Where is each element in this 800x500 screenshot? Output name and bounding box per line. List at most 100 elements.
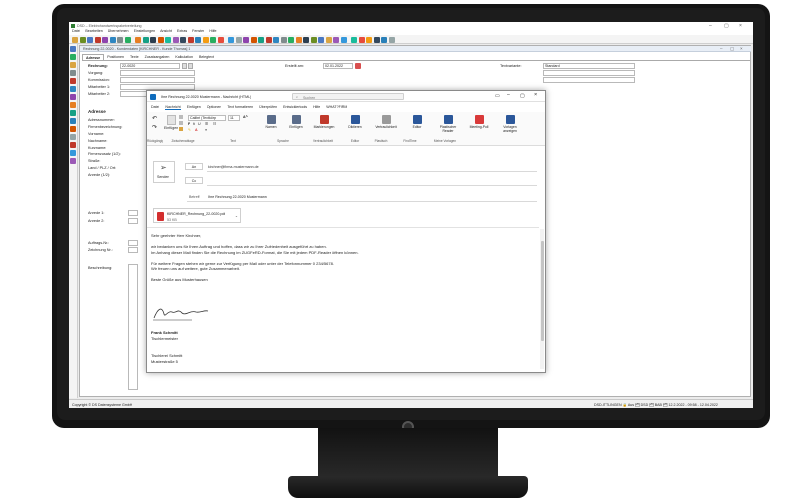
anrede2-field[interactable]: [128, 218, 138, 224]
toolbar-icon[interactable]: [280, 36, 287, 43]
auftrag-field[interactable]: [128, 240, 138, 246]
toolbar-icon[interactable]: [235, 36, 242, 43]
toolbar-icon[interactable]: [228, 36, 234, 43]
ribbon-tab-whatfirm[interactable]: WHAT?FIRM: [326, 105, 347, 109]
numbering-icon[interactable]: ☷: [213, 122, 216, 126]
scrollbar-thumb[interactable]: [540, 241, 544, 341]
toolbar-icon[interactable]: [109, 36, 116, 43]
toolbar-icon[interactable]: [358, 36, 365, 43]
ribbon-button[interactable]: Editor: [403, 115, 431, 137]
toolbar-icon[interactable]: [172, 36, 179, 43]
bold-icon[interactable]: F: [188, 122, 190, 126]
ribbon-button[interactable]: Vertraulichkeit: [372, 115, 400, 137]
toolbar-icon[interactable]: [351, 36, 357, 43]
font-name-select[interactable]: Calibri (Textkörp: [188, 115, 226, 121]
toolbar-icon[interactable]: [243, 36, 249, 43]
toolbar-icon[interactable]: [273, 36, 279, 43]
toolbar-icon[interactable]: [373, 36, 380, 43]
erstellt-field[interactable]: 02.01.2022: [323, 63, 353, 69]
toolbar-icon[interactable]: [87, 36, 93, 43]
toolbar-icon[interactable]: [124, 36, 131, 43]
ribbon-button[interactable]: Meeting-Poll: [465, 115, 493, 137]
ribbon-tab-optionen[interactable]: Optionen: [207, 105, 222, 109]
side-tool-icon[interactable]: [70, 86, 76, 92]
grow-font-icon[interactable]: A^: [243, 115, 248, 119]
toolbar-icon[interactable]: [180, 36, 186, 43]
ribbon-tab-datei[interactable]: Datei: [151, 105, 159, 109]
close-icon[interactable]: ×: [739, 23, 742, 29]
to-button[interactable]: An: [185, 163, 203, 170]
outlook-search-box[interactable]: ⌕ Suchen: [292, 93, 404, 100]
body-scrollbar[interactable]: [540, 229, 544, 369]
align-icon[interactable]: ≡: [205, 128, 207, 132]
toolbar-icon[interactable]: [102, 36, 108, 43]
toolbar-icon[interactable]: [265, 36, 272, 43]
side-tool-icon[interactable]: [70, 62, 76, 68]
highlight-icon[interactable]: ✎: [188, 128, 191, 132]
side-tool-icon[interactable]: [70, 118, 76, 124]
rechnung-picker-icon[interactable]: [182, 63, 187, 69]
redo-icon[interactable]: ↷: [152, 124, 157, 131]
toolbar-icon[interactable]: [195, 36, 201, 43]
ribbon-tab-einfuegen[interactable]: Einfügen: [187, 105, 201, 109]
cc-button[interactable]: Cc: [185, 177, 203, 184]
toolbar-icon[interactable]: [187, 36, 194, 43]
calendar-icon[interactable]: [355, 63, 361, 69]
attachment-chip[interactable]: KIRCHNER_Rechnung_22-0020.pdf 53 KB ⌄: [153, 208, 241, 223]
toolbar-icon[interactable]: [366, 36, 372, 43]
paste-icon[interactable]: [167, 115, 176, 125]
copy-icon[interactable]: [179, 121, 183, 125]
subject-field[interactable]: Ihre Rechnung 22-0020 Mustermann: [208, 195, 267, 199]
send-button[interactable]: ➢ Senden: [153, 161, 175, 183]
toolbar-icon[interactable]: [165, 36, 171, 43]
rechnung-dropdown-icon[interactable]: [188, 63, 193, 69]
toolbar-icon[interactable]: [72, 36, 78, 43]
ribbon-button[interactable]: Plastischer Reader: [434, 115, 462, 137]
toolbar-icon[interactable]: [210, 36, 216, 43]
ribbon-button[interactable]: Vorlagen anzeigen: [496, 115, 524, 137]
side-tool-icon[interactable]: [70, 78, 76, 84]
toolbar-icon[interactable]: [94, 36, 101, 43]
outlook-minimize-icon[interactable]: –: [507, 92, 510, 98]
ribbon-button[interactable]: Diktieren: [341, 115, 369, 137]
side-tool-icon[interactable]: [70, 110, 76, 116]
toolbar-icon[interactable]: [135, 36, 141, 43]
toolbar-icon[interactable]: [318, 36, 324, 43]
kommission-field[interactable]: [120, 77, 195, 83]
ribbon-button[interactable]: Markierungen: [310, 115, 338, 137]
vorgang-field[interactable]: [120, 70, 195, 76]
cut-icon[interactable]: [179, 115, 183, 119]
document-tab[interactable]: Rechnung 22-0020 - Kundendaten [KIRCHNER…: [83, 47, 190, 51]
side-tool-icon[interactable]: [70, 54, 76, 60]
minimize-icon[interactable]: –: [709, 23, 712, 29]
ribbon-tab-nachricht[interactable]: Nachricht: [165, 105, 181, 110]
ribbon-tab-entwicklertools[interactable]: Entwicklertools: [283, 105, 307, 109]
textvariante-field-2[interactable]: [543, 70, 635, 76]
textvariante-select[interactable]: Standard: [543, 63, 635, 69]
side-tool-icon[interactable]: [70, 102, 76, 108]
toolbar-icon[interactable]: [295, 36, 302, 43]
side-tool-icon[interactable]: [70, 134, 76, 140]
beschreibung-field[interactable]: [128, 264, 138, 390]
message-body[interactable]: Sehr geehrter Herr Kirchner, wir bedanke…: [151, 233, 531, 283]
toolbar-icon[interactable]: [157, 36, 164, 43]
zeichnung-field[interactable]: [128, 247, 138, 253]
side-tool-icon[interactable]: [70, 94, 76, 100]
underline-icon[interactable]: U: [198, 122, 201, 126]
outlook-ribbon-options-icon[interactable]: ▭: [495, 93, 500, 99]
toolbar-icon[interactable]: [117, 36, 123, 43]
side-tool-icon[interactable]: [70, 70, 76, 76]
italic-icon[interactable]: K: [193, 122, 195, 126]
ribbon-tab-hilfe[interactable]: Hilfe: [313, 105, 320, 109]
toolbar-icon[interactable]: [325, 36, 332, 43]
toolbar-icon[interactable]: [258, 36, 264, 43]
anrede1-field[interactable]: [128, 210, 138, 216]
side-tool-icon[interactable]: [70, 142, 76, 148]
doc-restore-icon[interactable]: ▢: [730, 46, 734, 52]
bullets-icon[interactable]: ☰: [205, 122, 208, 126]
attachment-dropdown-icon[interactable]: ⌄: [235, 214, 238, 218]
rechnung-field[interactable]: 22-0020: [120, 63, 180, 69]
textvariante-field-3[interactable]: [543, 77, 635, 83]
font-color-icon[interactable]: A: [195, 128, 198, 132]
toolbar-icon[interactable]: [250, 36, 257, 43]
